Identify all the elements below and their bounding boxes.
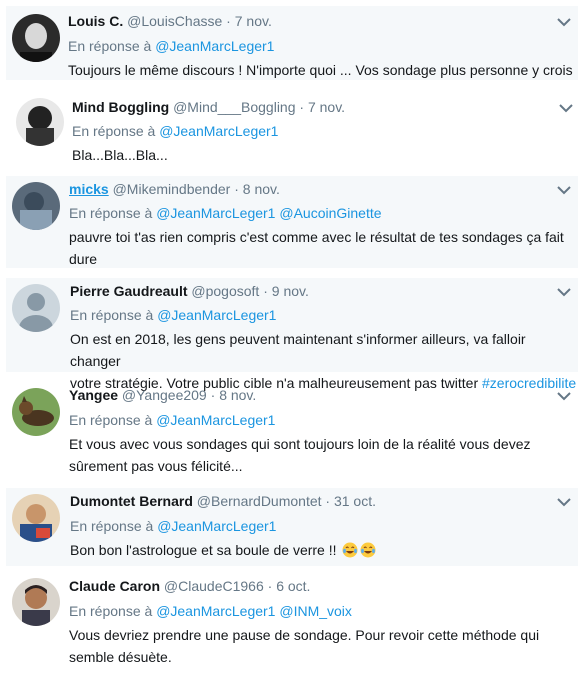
tweet-date[interactable]: 9 nov. [272,283,309,299]
tweet-date[interactable]: 8 nov. [243,181,280,197]
avatar[interactable] [12,14,60,62]
tweet-text: Toujours le même discours ! N'importe qu… [68,62,573,78]
author-name[interactable]: micks [69,181,109,197]
mention-link[interactable]: @JeanMarcLeger1 [156,205,275,221]
avatar[interactable] [12,494,60,542]
avatar[interactable] [12,284,60,332]
mention-link[interactable]: @JeanMarcLeger1 [156,412,275,428]
mention-link[interactable]: @JeanMarcLeger1 [159,123,278,139]
avatar[interactable] [16,98,64,146]
tweet-text-line: Vous devriez prendre une pause de sondag… [69,627,540,643]
avatar[interactable] [12,182,60,230]
author-handle[interactable]: @ClaudeC1966 [164,578,264,594]
tweet[interactable]: Claude Caron @ClaudeC1966 · 6 oct. En ré… [6,572,578,672]
tweet-header: Pierre Gaudreault @pogosoft · 9 nov. [70,282,309,300]
author-handle[interactable]: @BernardDumontet [197,493,322,509]
reply-prefix: En réponse à [69,205,153,221]
tweet-date[interactable]: 7 nov. [235,13,272,29]
avatar[interactable] [12,578,60,626]
chevron-down-icon[interactable] [556,16,572,28]
separator: · [299,99,305,115]
separator: · [226,13,231,29]
tweet[interactable]: micks @Mikemindbender · 8 nov. En répons… [6,176,578,268]
author-handle[interactable]: @LouisChasse [127,13,222,29]
reply-prefix: En réponse à [68,38,152,54]
chevron-down-icon[interactable] [556,496,572,508]
reply-context: En réponse à @JeanMarcLeger1 [70,517,276,535]
reply-prefix: En réponse à [69,412,153,428]
separator: · [267,578,273,594]
reply-prefix: En réponse à [69,603,153,619]
tweet-date[interactable]: 8 nov. [219,387,256,403]
mention-link[interactable]: @AucoinGinette [279,205,381,221]
tweet[interactable]: Louis C. @LouisChasse · 7 nov. En répons… [6,6,578,80]
avatar[interactable] [12,388,60,436]
tweet-text: pauvre toi t'as rien compris c'est comme… [69,226,564,270]
tweet-header: Mind Boggling @Mind___Boggling · 7 nov. [72,98,345,116]
tweet-text-line: On est en 2018, les gens peuvent mainten… [70,331,526,369]
reply-context: En réponse à @JeanMarcLeger1 @AucoinGine… [69,204,382,222]
tweet-text-segment: Bon bon l'astrologue et sa boule de verr… [70,542,337,558]
tweet[interactable]: Dumontet Bernard @BernardDumontet · 31 o… [6,488,578,566]
tweet-header: Yangee @Yangee209 · 8 nov. [69,386,256,404]
chevron-down-icon[interactable] [556,286,572,298]
separator: · [263,283,268,299]
reply-prefix: En réponse à [70,307,154,323]
chevron-down-icon[interactable] [558,102,574,114]
author-name[interactable]: Louis C. [68,13,123,29]
tweet-date[interactable]: 7 nov. [308,99,345,115]
tweet-text: Bon bon l'astrologue et sa boule de verr… [70,539,376,561]
tweet[interactable]: Yangee @Yangee209 · 8 nov. En réponse à … [6,378,578,478]
chevron-down-icon[interactable] [556,390,572,402]
tweet-header: Dumontet Bernard @BernardDumontet · 31 o… [70,492,376,510]
reply-context: En réponse à @JeanMarcLeger1 [69,411,275,429]
separator: · [325,493,331,509]
author-handle[interactable]: @pogosoft [191,283,259,299]
reply-context: En réponse à @JeanMarcLeger1 [72,122,278,140]
tweet-header: Claude Caron @ClaudeC1966 · 6 oct. [69,577,310,595]
tweet-text-line: semble désuète. [69,649,172,665]
author-handle[interactable]: @Yangee209 [122,387,207,403]
mention-link[interactable]: @JeanMarcLeger1 [155,38,274,54]
mention-link[interactable]: @JeanMarcLeger1 [157,518,276,534]
tweet-header: micks @Mikemindbender · 8 nov. [69,180,280,198]
author-name[interactable]: Pierre Gaudreault [70,283,188,299]
author-name[interactable]: Yangee [69,387,118,403]
tweet-text: Bla...Bla...Bla... [72,147,168,163]
tweet-header: Louis C. @LouisChasse · 7 nov. [68,12,272,30]
mention-link[interactable]: @JeanMarcLeger1 [157,307,276,323]
chevron-down-icon[interactable] [556,184,572,196]
author-name[interactable]: Dumontet Bernard [70,493,193,509]
laughing-tears-emoji-icon [342,542,358,558]
separator: · [210,387,216,403]
tweet-text-line: pauvre toi t'as rien compris c'est comme… [69,229,564,245]
tweet-text: Et vous avec vous sondages qui sont touj… [69,433,531,477]
author-name[interactable]: Mind Boggling [72,99,169,115]
reply-context: En réponse à @JeanMarcLeger1 [70,306,276,324]
tweet-text-line: Et vous avec vous sondages qui sont touj… [69,436,531,452]
tweet-date[interactable]: 6 oct. [276,578,310,594]
tweet[interactable]: Pierre Gaudreault @pogosoft · 9 nov. En … [6,278,578,391]
tweet-text-line: sûrement pas vous félicité... [69,458,243,474]
reply-prefix: En réponse à [72,123,156,139]
tweet-text: Vous devriez prendre une pause de sondag… [69,624,539,668]
mention-link[interactable]: @JeanMarcLeger1 [156,603,275,619]
tweet-text-line: dure [69,251,98,267]
author-name[interactable]: Claude Caron [69,578,160,594]
tweet-date[interactable]: 31 oct. [334,493,376,509]
mention-link[interactable]: @INM_voix [279,603,352,619]
reply-context: En réponse à @JeanMarcLeger1 [68,37,274,55]
tweet[interactable]: Mind Boggling @Mind___Boggling · 7 nov. … [6,86,578,170]
reply-context: En réponse à @JeanMarcLeger1 @INM_voix [69,602,352,620]
separator: · [234,181,239,197]
author-handle[interactable]: @Mikemindbender [113,181,231,197]
laughing-tears-emoji-icon [360,542,376,558]
author-handle[interactable]: @Mind___Boggling [173,99,295,115]
reply-prefix: En réponse à [70,518,154,534]
